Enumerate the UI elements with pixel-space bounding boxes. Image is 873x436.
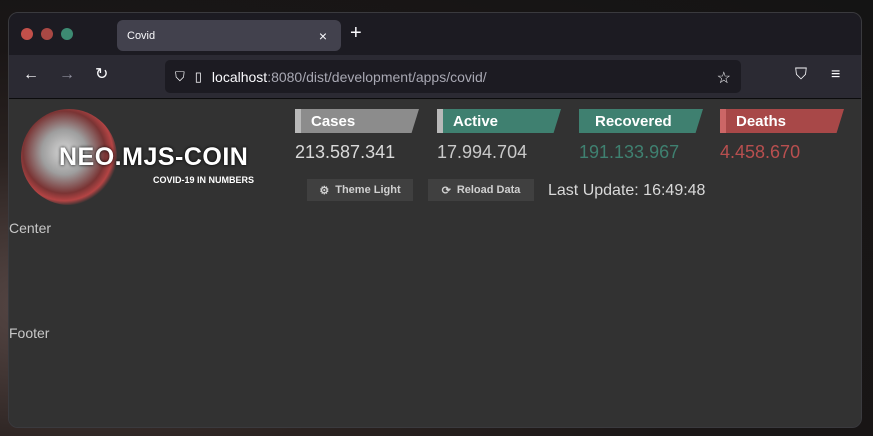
page-icon[interactable]: ▯ — [195, 69, 202, 85]
menu-icon[interactable]: ≡ — [831, 67, 840, 83]
url-path[interactable]: :8080/dist/development/apps/covid/ — [267, 69, 486, 85]
stat-deaths: Deaths 4.458.670 — [720, 109, 844, 163]
reload-data-label: Reload Data — [456, 184, 521, 196]
stat-recovered-label: Recovered — [579, 109, 703, 133]
stat-cases-label: Cases — [295, 109, 419, 133]
stat-active-label: Active — [437, 109, 561, 133]
back-icon[interactable]: ← — [23, 67, 39, 83]
stat-deaths-value: 4.458.670 — [720, 142, 801, 162]
last-update-text: Last Update: 16:49:48 — [548, 182, 706, 199]
nav-bar: ← → ↻ ⛉ ▯ localhost :8080/dist/developme… — [9, 55, 861, 99]
url-bar[interactable]: ⛉ ▯ localhost :8080/dist/development/app… — [165, 60, 741, 93]
footer-region-label: Footer — [9, 325, 50, 341]
stat-active: Active 17.994.704 — [437, 109, 561, 163]
refresh-icon: ⟳ — [441, 184, 451, 197]
bookmark-star-icon[interactable]: ☆ — [717, 68, 731, 88]
reload-data-button[interactable]: ⟳ Reload Data — [428, 179, 534, 201]
tab-title: Covid — [127, 29, 156, 42]
minimize-window-button[interactable] — [41, 28, 53, 40]
stat-recovered: Recovered 191.133.967 — [579, 109, 703, 163]
logo-subtitle: COVID-19 IN NUMBERS — [153, 175, 255, 185]
theme-light-label: Theme Light — [335, 184, 401, 196]
stat-deaths-label: Deaths — [720, 109, 844, 133]
close-window-button[interactable] — [21, 28, 33, 40]
gear-icon: ⚙ — [319, 184, 330, 197]
stat-cases: Cases 213.587.341 — [295, 109, 419, 163]
logo-title: NEO.MJS-COIN — [59, 143, 249, 171]
page-content: NEO.MJS-COIN COVID-19 IN NUMBERS Cases 2… — [9, 99, 861, 427]
tab-bar: Covid × + — [9, 13, 861, 55]
browser-window: Covid × + ← → ↻ ⛉ ▯ localhost :8080/dist… — [8, 12, 862, 428]
tab-covid[interactable]: Covid × — [117, 20, 341, 51]
close-icon[interactable]: × — [315, 28, 331, 44]
maximize-window-button[interactable] — [61, 28, 73, 40]
forward-icon[interactable]: → — [59, 67, 75, 83]
stat-active-value: 17.994.704 — [437, 142, 528, 162]
new-tab-icon[interactable]: + — [350, 23, 362, 43]
shield-icon[interactable]: ⛉ — [175, 69, 185, 85]
url-host[interactable]: localhost — [212, 69, 267, 85]
stat-recovered-value: 191.133.967 — [579, 142, 680, 162]
app-logo: NEO.MJS-COIN COVID-19 IN NUMBERS — [19, 107, 279, 207]
stat-cases-value: 213.587.341 — [295, 142, 396, 162]
reload-icon[interactable]: ↻ — [95, 67, 108, 83]
theme-light-button[interactable]: ⚙ Theme Light — [307, 179, 413, 201]
pocket-icon[interactable]: ⛉ — [795, 67, 807, 83]
center-region-label: Center — [9, 220, 52, 236]
